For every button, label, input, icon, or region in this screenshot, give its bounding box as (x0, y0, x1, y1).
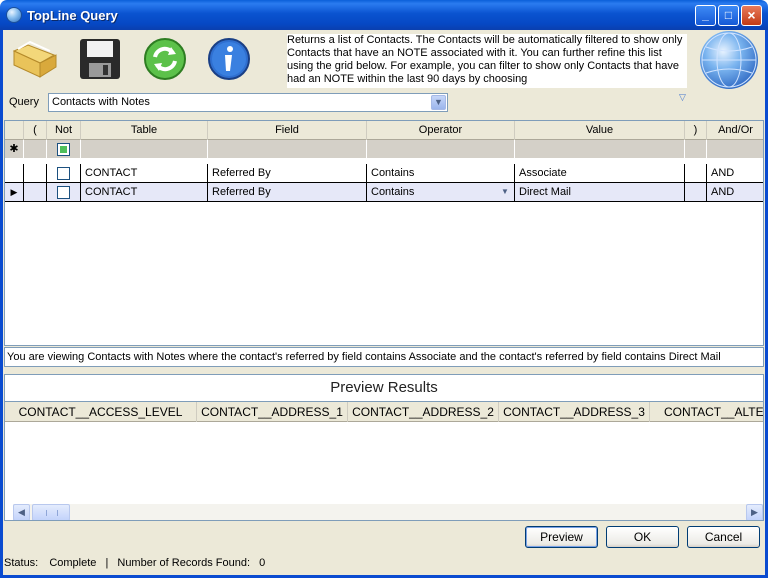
new-row-icon: ✱ (5, 140, 24, 159)
criteria-grid: ( Not Table Field Operator Value ) And/O… (4, 120, 764, 346)
refresh-icon[interactable] (140, 37, 190, 82)
operator-cell[interactable]: Contains (367, 164, 515, 183)
folder-icon[interactable] (10, 37, 60, 82)
not-checkbox[interactable] (57, 167, 70, 180)
new-table-cell[interactable] (81, 140, 208, 159)
status-value: Complete (49, 557, 97, 569)
not-cell[interactable] (47, 183, 81, 202)
col-header-table[interactable]: Table (81, 121, 208, 140)
open-paren-cell[interactable] (24, 183, 47, 202)
query-label: Query (9, 96, 39, 108)
preview-col-header[interactable]: CONTACT__ACCESS_LEVEL (5, 402, 197, 422)
field-cell[interactable]: Referred By (208, 183, 367, 202)
new-field-cell[interactable] (208, 140, 367, 159)
new-operator-cell[interactable] (367, 140, 515, 159)
current-row-icon: ▶ (5, 183, 24, 202)
open-paren-cell[interactable] (24, 164, 47, 183)
query-summary: You are viewing Contacts with Notes wher… (4, 347, 764, 367)
query-selected-value: Contacts with Notes (52, 96, 150, 108)
description-expand-icon[interactable]: ▽ (679, 92, 686, 103)
chevron-down-icon[interactable]: ▼ (498, 185, 512, 199)
not-checkbox[interactable] (57, 143, 70, 156)
chevron-down-icon[interactable]: ▼ (431, 95, 446, 110)
globe-icon (700, 31, 758, 89)
grid-header: ( Not Table Field Operator Value ) And/O… (5, 121, 763, 140)
cancel-button[interactable]: Cancel (687, 526, 760, 548)
close-button[interactable]: × (741, 5, 762, 26)
value-cell[interactable]: Associate (515, 164, 685, 183)
status-bar: Status: Complete | Number of Records Fou… (4, 552, 764, 574)
col-header-close-paren[interactable]: ) (685, 121, 707, 140)
status-separator: | (105, 557, 109, 569)
save-icon[interactable] (76, 37, 126, 82)
ok-button[interactable]: OK (606, 526, 679, 548)
field-cell[interactable]: Referred By (208, 164, 367, 183)
value-cell[interactable]: Direct Mail (515, 183, 685, 202)
and-or-cell[interactable]: AND (707, 183, 763, 202)
window-title: TopLine Query (27, 8, 118, 23)
maximize-button[interactable]: □ (718, 5, 739, 26)
minimize-button[interactable]: _ (695, 5, 716, 26)
preview-title: Preview Results (4, 374, 764, 402)
row-indicator (5, 164, 24, 183)
horizontal-scrollbar[interactable]: ◀ ▶ (13, 504, 763, 520)
col-header-indicator (5, 121, 24, 140)
new-value-cell[interactable] (515, 140, 685, 159)
preview-col-header[interactable]: CONTACT__ALTER (650, 402, 763, 422)
status-label: Status: (4, 557, 39, 569)
col-header-operator[interactable]: Operator (367, 121, 515, 140)
info-icon[interactable] (204, 37, 254, 82)
close-paren-cell[interactable] (685, 183, 707, 202)
scrollbar-thumb[interactable] (32, 504, 70, 520)
new-row[interactable]: ✱ (5, 140, 763, 159)
records-label: Number of Records Found: (117, 557, 251, 569)
preview-col-header[interactable]: CONTACT__ADDRESS_1 (197, 402, 348, 422)
col-header-not[interactable]: Not (47, 121, 81, 140)
table-row[interactable]: ▶ CONTACT Referred By Contains ▼ Direct … (5, 183, 763, 202)
table-row[interactable]: CONTACT Referred By Contains Associate A… (5, 164, 763, 183)
new-not-cell[interactable] (47, 140, 81, 159)
col-header-value[interactable]: Value (515, 121, 685, 140)
new-close-paren-cell[interactable] (685, 140, 707, 159)
preview-grid: CONTACT__ACCESS_LEVEL CONTACT__ADDRESS_1… (4, 401, 764, 521)
title-bar: TopLine Query _ □ × (0, 0, 768, 30)
table-cell[interactable]: CONTACT (81, 183, 208, 202)
col-header-open-paren[interactable]: ( (24, 121, 47, 140)
app-globe-icon (6, 7, 22, 23)
query-select[interactable]: Contacts with Notes ▼ (48, 93, 448, 112)
preview-col-header[interactable]: CONTACT__ADDRESS_3 (499, 402, 650, 422)
preview-col-header[interactable]: CONTACT__ADDRESS_2 (348, 402, 499, 422)
preview-header: CONTACT__ACCESS_LEVEL CONTACT__ADDRESS_1… (5, 402, 763, 422)
col-header-field[interactable]: Field (208, 121, 367, 140)
preview-button[interactable]: Preview (525, 526, 598, 548)
query-description: Returns a list of Contacts. The Contacts… (287, 34, 687, 88)
scroll-left-icon[interactable]: ◀ (13, 504, 30, 520)
operator-cell[interactable]: Contains ▼ (367, 183, 515, 202)
and-or-cell[interactable]: AND (707, 164, 763, 183)
col-header-and-or[interactable]: And/Or (707, 121, 763, 140)
scroll-right-icon[interactable]: ▶ (746, 504, 763, 520)
table-cell[interactable]: CONTACT (81, 164, 208, 183)
records-count: 0 (259, 557, 266, 569)
operator-value: Contains (371, 186, 415, 198)
new-and-or-cell[interactable] (707, 140, 763, 159)
new-open-paren-cell[interactable] (24, 140, 47, 159)
close-paren-cell[interactable] (685, 164, 707, 183)
not-checkbox[interactable] (57, 186, 70, 199)
not-cell[interactable] (47, 164, 81, 183)
